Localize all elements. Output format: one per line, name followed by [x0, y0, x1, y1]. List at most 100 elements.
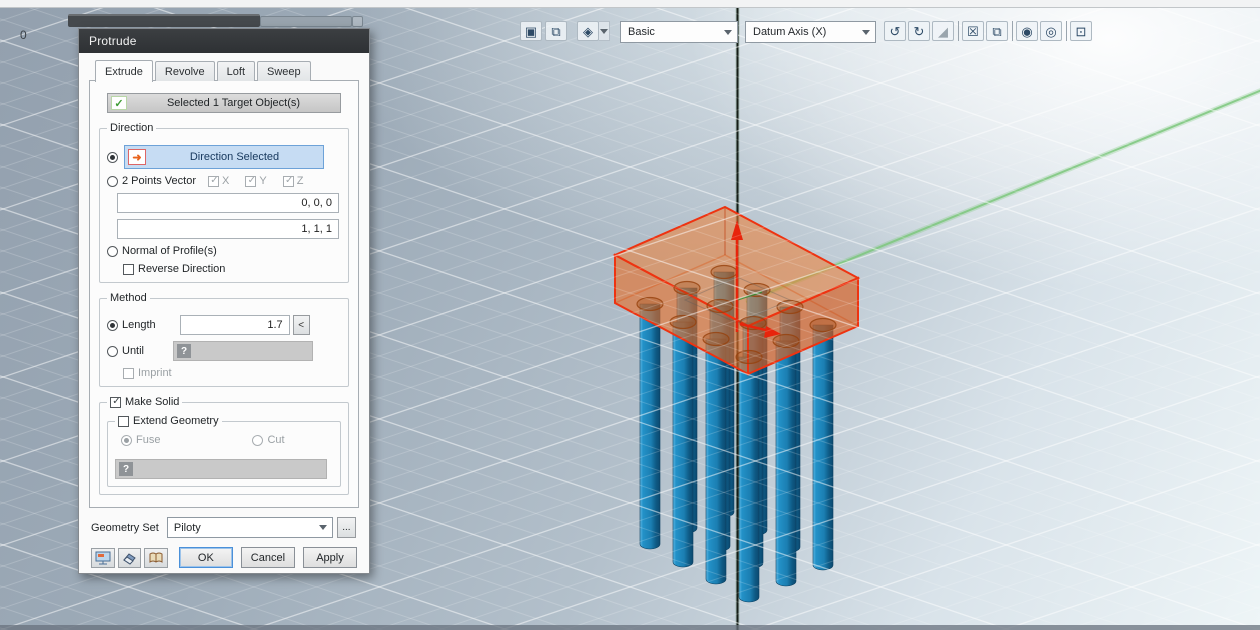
display-style-value: Basic	[628, 26, 655, 38]
direction-legend: Direction	[107, 122, 156, 134]
window-top-strip	[0, 0, 1260, 8]
tab-sweep[interactable]: Sweep	[257, 61, 311, 81]
toolbar-separator	[1066, 21, 1067, 41]
fuse-label: Fuse	[136, 434, 160, 446]
checkbox-icon	[245, 176, 256, 187]
reverse-direction-checkbox[interactable]	[123, 264, 134, 275]
apply-button[interactable]: Apply	[303, 547, 357, 568]
make-solid-checkbox[interactable]	[110, 397, 121, 408]
axis-x-label: X	[222, 175, 229, 187]
method-legend: Method	[107, 292, 150, 304]
collapsed-panel-handle[interactable]	[260, 16, 352, 27]
chevron-down-icon[interactable]	[599, 21, 610, 41]
toolbar-separator	[1012, 21, 1013, 41]
ok-button[interactable]: OK	[179, 547, 233, 568]
tab-loft[interactable]: Loft	[217, 61, 255, 81]
direction-arrow-icon: ➜	[128, 149, 146, 165]
question-icon: ?	[177, 344, 191, 358]
vector-end-input[interactable]	[117, 219, 339, 239]
geometry-set-select[interactable]: Piloty	[167, 517, 333, 538]
chevron-down-icon	[862, 30, 870, 35]
datum-axis-combo[interactable]: Datum Axis (X)	[745, 21, 876, 43]
until-label: Until	[122, 345, 144, 357]
collapse-button[interactable]: <	[293, 315, 310, 335]
target-objects-label: Selected 1 Target Object(s)	[127, 97, 340, 109]
checkbox-icon	[283, 176, 294, 187]
select-objects-icon[interactable]: ⧉	[986, 21, 1008, 41]
direction-selected-label: Direction Selected	[146, 151, 323, 163]
extend-geometry-label: Extend Geometry	[133, 415, 219, 427]
deselect-all-icon[interactable]: ☒	[962, 21, 984, 41]
direction-selected-radio[interactable]	[107, 152, 118, 163]
vector-start-input[interactable]	[117, 193, 339, 213]
axis-y-checkbox[interactable]: Y	[245, 175, 266, 187]
geometry-set-value: Piloty	[174, 522, 201, 534]
protrude-dialog: Protrude Extrude Revolve Loft Sweep ✓ Se…	[78, 28, 370, 574]
direction-selected-button[interactable]: ➜ Direction Selected	[124, 145, 324, 169]
axis-x-checkbox[interactable]: X	[208, 175, 229, 187]
extrude-tab-page: ✓ Selected 1 Target Object(s) Direction …	[89, 80, 359, 508]
fuse-radio[interactable]	[121, 435, 132, 446]
until-picker-field: ?	[173, 341, 313, 361]
toolbar-separator	[958, 21, 959, 41]
two-points-vector-radio[interactable]	[107, 176, 118, 187]
dialog-tabs: Extrude Revolve Loft Sweep	[95, 61, 359, 81]
monitor-icon	[95, 551, 111, 565]
target-objects-button[interactable]: ✓ Selected 1 Target Object(s)	[107, 93, 341, 113]
length-label: Length	[122, 319, 156, 331]
tool-picker-field: ?	[115, 459, 327, 479]
zoom-in-icon[interactable]: ◉	[1016, 21, 1038, 41]
cut-label: Cut	[267, 434, 284, 446]
help-button[interactable]	[144, 548, 168, 568]
question-icon: ?	[119, 462, 133, 476]
normal-of-profiles-label: Normal of Profile(s)	[122, 245, 217, 257]
axis-z-label: Z	[297, 175, 304, 187]
link-icon[interactable]: ⊡	[1070, 21, 1092, 41]
make-solid-group: Make Solid Extend Geometry Fuse	[99, 396, 349, 495]
direction-group: Direction ➜ Direction Selected 2 Points …	[99, 122, 349, 283]
extend-geometry-checkbox[interactable]	[118, 416, 129, 427]
rotate-ccw-icon[interactable]: ↺	[884, 21, 906, 41]
select-window-icon[interactable]: ▣	[520, 21, 542, 41]
length-radio[interactable]	[107, 320, 118, 331]
cut-radio[interactable]	[252, 435, 263, 446]
application-window: 0 ▣ ⧉ ◈ Basic Datum Axis (X) ↺ ↻ ◢ ☒ ⧉ ◉…	[0, 0, 1260, 630]
extend-geometry-group: Extend Geometry Fuse Cut ?	[107, 415, 341, 487]
geometry-set-label: Geometry Set	[91, 522, 159, 534]
collapsed-panel-bar[interactable]	[68, 14, 260, 27]
checkbox-icon	[208, 176, 219, 187]
length-input[interactable]	[180, 315, 290, 335]
display-style-combo[interactable]: Basic	[620, 21, 738, 43]
corner-zero-label: 0	[20, 28, 27, 42]
preview-button[interactable]	[91, 548, 115, 568]
geometry-set-more-button[interactable]: ...	[337, 517, 356, 538]
check-icon: ✓	[111, 96, 127, 110]
reverse-direction-label: Reverse Direction	[138, 263, 225, 275]
rotate-cw-icon[interactable]: ↻	[908, 21, 930, 41]
zoom-out-icon[interactable]: ◎	[1040, 21, 1062, 41]
chevron-down-icon	[319, 525, 327, 530]
until-radio[interactable]	[107, 346, 118, 357]
tab-revolve[interactable]: Revolve	[155, 61, 215, 81]
chevron-down-icon	[724, 30, 732, 35]
two-points-vector-label: 2 Points Vector	[122, 175, 196, 187]
book-icon	[148, 551, 164, 565]
window-bottom-strip	[0, 625, 1260, 630]
tab-extrude[interactable]: Extrude	[95, 60, 153, 82]
imprint-label: Imprint	[138, 367, 172, 379]
snap-filter-icon[interactable]: ◈	[577, 21, 599, 41]
dialog-title-bar[interactable]: Protrude	[79, 29, 369, 53]
cancel-button[interactable]: Cancel	[241, 547, 295, 568]
pick-object-icon[interactable]: ⧉	[545, 21, 567, 41]
slope-icon[interactable]: ◢	[932, 21, 954, 41]
erase-button[interactable]	[118, 548, 142, 568]
axis-y-label: Y	[259, 175, 266, 187]
make-solid-label: Make Solid	[125, 396, 179, 408]
normal-of-profiles-radio[interactable]	[107, 246, 118, 257]
axis-z-checkbox[interactable]: Z	[283, 175, 304, 187]
imprint-checkbox[interactable]	[123, 368, 134, 379]
method-group: Method Length < Until ?	[99, 292, 349, 387]
eraser-icon	[121, 551, 137, 565]
collapsed-panel-knob[interactable]	[352, 16, 363, 27]
datum-axis-value: Datum Axis (X)	[753, 26, 826, 38]
